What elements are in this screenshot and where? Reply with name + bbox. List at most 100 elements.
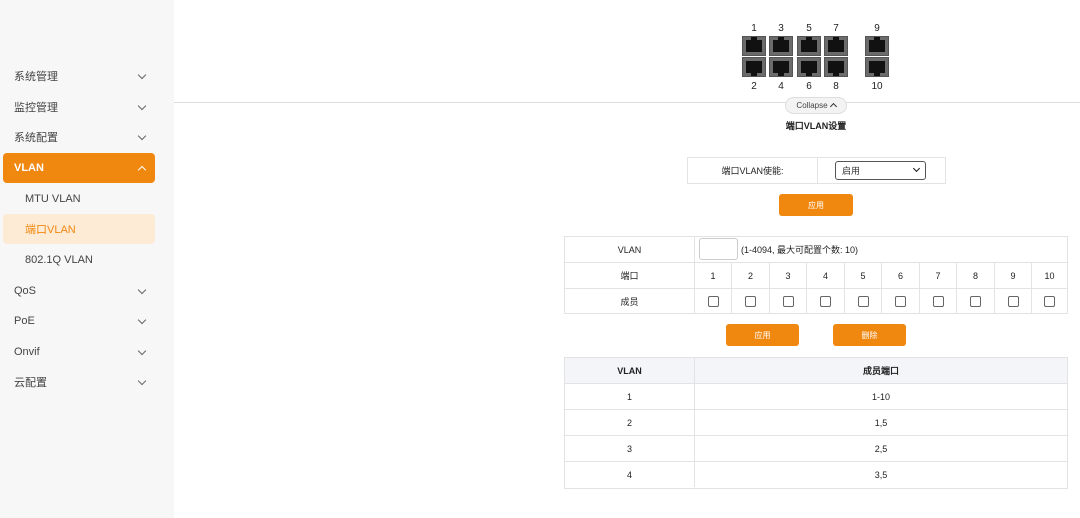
sidebar-item-system-config[interactable]: 系统配置 bbox=[3, 122, 155, 152]
sidebar-item-label: 系统配置 bbox=[14, 132, 58, 144]
member-cell bbox=[770, 289, 807, 314]
member-checkbox[interactable] bbox=[782, 296, 794, 307]
port-number: 3 bbox=[778, 23, 784, 34]
sidebar-item-qos[interactable]: QoS bbox=[3, 276, 155, 306]
ethernet-port-icon[interactable] bbox=[742, 57, 766, 77]
vlan-id-input[interactable] bbox=[699, 238, 738, 260]
chevron-down-icon bbox=[912, 164, 921, 173]
vlan-hint: (1-4094, 最大可配置个数: 10) bbox=[741, 245, 859, 255]
member-row: 成员 bbox=[565, 289, 1067, 315]
member-cell bbox=[807, 289, 845, 314]
enable-select-value: 启用 bbox=[842, 166, 861, 176]
sidebar-subitem-mtu-vlan[interactable]: MTU VLAN bbox=[3, 184, 155, 214]
port-header-cell: 5 bbox=[845, 263, 882, 288]
port-label: 端口 bbox=[565, 263, 695, 288]
table-cell: 2 bbox=[565, 410, 695, 435]
enable-select[interactable]: 启用 bbox=[835, 161, 926, 180]
chevron-up-icon bbox=[829, 102, 837, 111]
sidebar-item-label: PoE bbox=[14, 315, 35, 327]
ethernet-port-icon[interactable] bbox=[824, 57, 848, 77]
chevron-down-icon bbox=[137, 70, 147, 79]
collapse-label: Collapse bbox=[796, 101, 828, 110]
vlan-id-row: VLAN (1-4094, 最大可配置个数: 10) bbox=[565, 237, 1067, 263]
collapse-button[interactable]: Collapse bbox=[785, 97, 847, 114]
ethernet-port-icon[interactable] bbox=[769, 36, 793, 56]
port-number: 8 bbox=[833, 81, 839, 92]
divider bbox=[174, 102, 1080, 103]
port-number: 10 bbox=[871, 81, 883, 92]
sidebar-item-cloud-config[interactable]: 云配置 bbox=[3, 367, 155, 397]
member-checkbox[interactable] bbox=[707, 296, 719, 307]
enable-apply-button[interactable]: 应用 bbox=[779, 194, 853, 216]
sidebar-item-system-management[interactable]: 系统管理 bbox=[3, 61, 155, 91]
member-cell bbox=[882, 289, 920, 314]
port-header-cell: 8 bbox=[957, 263, 995, 288]
ethernet-port-icon[interactable] bbox=[865, 57, 889, 77]
ethernet-port-icon[interactable] bbox=[865, 36, 889, 56]
member-checkbox[interactable] bbox=[895, 296, 906, 307]
ethernet-port-icon[interactable] bbox=[824, 36, 848, 56]
port-number: 2 bbox=[751, 81, 757, 92]
member-checkbox[interactable] bbox=[745, 296, 756, 307]
table-header-cell: VLAN bbox=[565, 358, 695, 383]
sidebar-item-label: VLAN bbox=[14, 162, 44, 174]
vlan-label: VLAN bbox=[565, 237, 695, 262]
port-header-cell: 4 bbox=[807, 263, 845, 288]
table-row: 4 3,5 bbox=[565, 462, 1067, 488]
table-cell: 1,5 bbox=[874, 417, 888, 428]
sidebar-subitem-8021q-vlan[interactable]: 802.1Q VLAN bbox=[3, 245, 155, 275]
sidebar-item-onvif[interactable]: Onvif bbox=[3, 337, 155, 367]
member-cell bbox=[732, 289, 770, 314]
port-number: 7 bbox=[833, 23, 839, 34]
chevron-down-icon bbox=[137, 285, 147, 294]
port-header-cell: 2 bbox=[732, 263, 770, 288]
member-checkbox[interactable] bbox=[1044, 296, 1055, 307]
port-header-cell: 6 bbox=[882, 263, 920, 288]
sidebar-item-monitoring[interactable]: 监控管理 bbox=[3, 92, 155, 122]
ethernet-port-icon[interactable] bbox=[797, 57, 821, 77]
member-cell bbox=[1032, 289, 1067, 314]
sidebar-subitem-port-vlan[interactable]: 端口VLAN bbox=[3, 214, 155, 244]
sidebar-item-label: QoS bbox=[14, 285, 37, 297]
table-cell: 2,5 bbox=[874, 443, 888, 454]
sidebar-item-label: Onvif bbox=[14, 346, 40, 358]
ethernet-port-icon[interactable] bbox=[797, 36, 821, 56]
member-cell bbox=[695, 289, 732, 314]
port-vlan-enable-row: 端口VLAN使能: 启用 bbox=[687, 157, 946, 184]
ethernet-port-icon[interactable] bbox=[742, 36, 766, 56]
member-cell bbox=[957, 289, 995, 314]
table-cell: 1-10 bbox=[871, 391, 890, 402]
ethernet-port-icon[interactable] bbox=[769, 57, 793, 77]
table-cell: 3 bbox=[565, 436, 695, 461]
port-row: 端口 1 2 3 4 5 6 7 8 9 10 bbox=[565, 263, 1067, 289]
table-row: 2 1,5 bbox=[565, 410, 1067, 436]
delete-button[interactable]: 删除 bbox=[833, 324, 906, 346]
sidebar-item-vlan[interactable]: VLAN bbox=[3, 153, 155, 183]
sidebar: 系统管理 监控管理 系统配置 VLAN MTU VLAN 端口VLAN 802.… bbox=[0, 0, 174, 518]
port-number: 1 bbox=[751, 23, 757, 34]
chevron-down-icon bbox=[137, 315, 147, 324]
chevron-down-icon bbox=[137, 131, 147, 140]
config-apply-button[interactable]: 应用 bbox=[726, 324, 799, 346]
app-root: 系统管理 监控管理 系统配置 VLAN MTU VLAN 端口VLAN 802.… bbox=[0, 0, 1080, 518]
member-checkbox[interactable] bbox=[932, 296, 944, 307]
member-checkbox[interactable] bbox=[1007, 296, 1019, 307]
sidebar-item-label: 系统管理 bbox=[14, 71, 58, 83]
table-cell: 3,5 bbox=[874, 469, 888, 480]
member-checkbox[interactable] bbox=[857, 296, 869, 307]
table-header-row: VLAN 成员端口 bbox=[565, 358, 1067, 384]
port-header-cell: 7 bbox=[920, 263, 957, 288]
member-checkbox[interactable] bbox=[970, 296, 981, 307]
sidebar-item-poe[interactable]: PoE bbox=[3, 306, 155, 336]
member-cell bbox=[920, 289, 957, 314]
port-header-cell: 1 bbox=[695, 263, 732, 288]
port-number: 4 bbox=[778, 81, 784, 92]
sidebar-subitem-label: MTU VLAN bbox=[25, 193, 81, 205]
member-cell bbox=[995, 289, 1032, 314]
chevron-down-icon bbox=[137, 346, 147, 355]
member-label: 成员 bbox=[565, 289, 695, 314]
table-cell: 1 bbox=[565, 384, 695, 409]
table-row: 3 2,5 bbox=[565, 436, 1067, 462]
member-checkbox[interactable] bbox=[820, 296, 831, 307]
member-cell bbox=[845, 289, 882, 314]
